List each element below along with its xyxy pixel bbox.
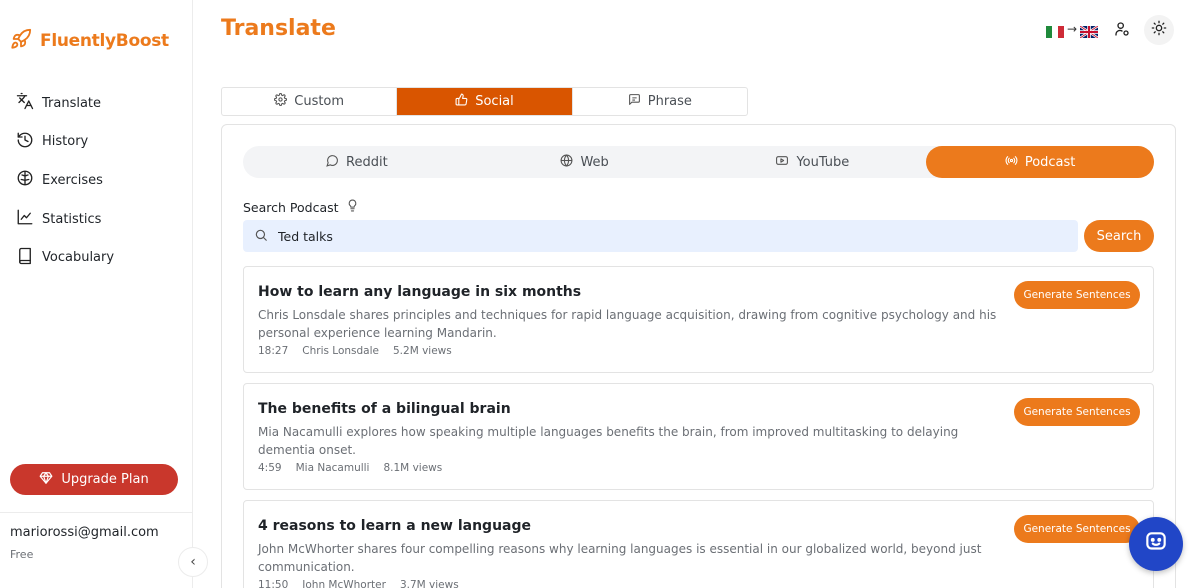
tab-youtube[interactable]: YouTube [699,146,927,178]
result-description: Mia Nacamulli explores how speaking mult… [258,425,959,457]
account-plan: Free [10,548,34,561]
result-author: Mia Nacamulli [295,462,370,474]
tab-label: Podcast [1024,154,1076,170]
search-field[interactable] [243,220,1078,252]
sidebar-item-label: History [42,134,89,150]
result-description: John McWhorter shares four compelling re… [258,542,982,574]
sidebar-nav: Translate History Exercises Statistics V… [16,84,114,277]
chat-bot-icon [1143,529,1169,559]
language-switch[interactable]: → [1046,22,1099,39]
collapse-sidebar-button[interactable]: ‹ [178,547,208,577]
result-views: 8.1M views [383,462,443,474]
brand-name: FluentlyBoost [40,31,169,51]
search-button[interactable]: Search [1084,220,1154,252]
tab-custom[interactable]: Custom [222,88,398,115]
result-title: 4 reasons to learn a new language [258,518,532,534]
translate-icon [16,92,34,114]
mode-tabs: Custom Social Phrase [221,87,748,116]
source-tabs: Reddit Web YouTube Podcast [243,146,1154,178]
podcast-icon [1005,154,1018,171]
tab-reddit[interactable]: Reddit [243,146,471,178]
upgrade-plan-label: Upgrade Plan [61,472,149,487]
search-label: Search Podcast [243,199,359,215]
tab-label: Custom [294,94,345,109]
brain-icon [16,169,34,191]
result-description: Chris Lonsdale shares principles and tec… [258,308,997,340]
sidebar-item-label: Statistics [42,211,102,227]
result-duration: 11:50 [258,579,289,588]
search-input[interactable] [278,228,1058,244]
brand[interactable]: FluentlyBoost [10,28,169,54]
sidebar-item-exercises[interactable]: Exercises [16,161,114,200]
sidebar: FluentlyBoost Translate History Exercise… [0,0,193,588]
result-title: The benefits of a bilingual brain [258,401,511,417]
rocket-icon [10,28,32,54]
tab-label: Reddit [346,154,388,170]
tab-podcast[interactable]: Podcast [926,146,1154,178]
podcast-result-card: The benefits of a bilingual brain Mia Na… [243,383,1154,490]
chat-assistant-button[interactable] [1129,517,1183,571]
result-author: John McWhorter [302,579,386,588]
gear-icon [274,93,288,110]
tab-phrase[interactable]: Phrase [573,88,747,115]
message-icon [628,93,641,110]
page-title: Translate [221,16,336,41]
search-icon [254,227,268,246]
sidebar-item-vocabulary[interactable]: Vocabulary [16,238,114,277]
tab-label: YouTube [796,154,850,170]
diamond-icon [39,471,53,489]
result-author: Chris Lonsdale [302,345,379,357]
sidebar-item-translate[interactable]: Translate [16,84,114,123]
result-meta: 4:59 Mia Nacamulli 8.1M views [258,462,442,474]
result-views: 3.7M views [399,579,459,588]
sidebar-item-label: Exercises [42,172,103,188]
account-panel[interactable]: mariorossi@gmail.com Free [0,512,193,561]
tab-label: Phrase [647,94,692,109]
globe-icon [560,153,573,171]
generate-sentences-button[interactable]: Generate Sentences [1014,398,1140,426]
sidebar-item-label: Translate [42,95,102,111]
user-settings-icon [1114,21,1130,41]
result-meta: 11:50 John McWhorter 3.7M views [258,579,459,588]
sidebar-item-label: Vocabulary [42,250,115,266]
podcast-result-card: 4 reasons to learn a new language John M… [243,500,1154,588]
sidebar-item-statistics[interactable]: Statistics [16,200,114,239]
youtube-icon [775,154,789,171]
history-icon [16,131,34,153]
social-panel: Reddit Web YouTube Podcast Search Podcas… [221,124,1176,588]
book-icon [16,247,34,269]
podcast-result-card: How to learn any language in six months … [243,266,1154,373]
sun-icon [1151,20,1167,40]
tab-social[interactable]: Social [397,88,573,115]
tab-label: Web [580,154,609,170]
result-duration: 4:59 [258,462,282,474]
italy-flag-icon [1046,23,1064,38]
thumbs-up-icon [455,93,468,110]
search-label-text: Search Podcast [243,199,339,215]
chevron-left-icon: ‹ [190,554,196,570]
result-duration: 18:27 [258,345,289,357]
generate-sentences-button[interactable]: Generate Sentences [1014,515,1140,543]
chart-line-icon [16,208,34,230]
uk-flag-icon [1079,23,1099,39]
upgrade-plan-button[interactable]: Upgrade Plan [10,464,178,495]
tab-label: Social [475,94,514,109]
theme-toggle-button[interactable] [1144,15,1174,45]
chat-bubble-icon [326,154,339,171]
user-settings-button[interactable] [1109,18,1135,44]
tab-web[interactable]: Web [471,146,699,178]
lightbulb-icon[interactable] [346,199,359,215]
result-title: How to learn any language in six months [258,284,582,300]
sidebar-item-history[interactable]: History [16,123,114,162]
generate-sentences-button[interactable]: Generate Sentences [1014,281,1140,309]
arrow-right-icon: → [1067,22,1078,36]
result-views: 5.2M views [393,345,452,357]
account-email: mariorossi@gmail.com [10,525,159,540]
result-meta: 18:27 Chris Lonsdale 5.2M views [258,345,452,357]
